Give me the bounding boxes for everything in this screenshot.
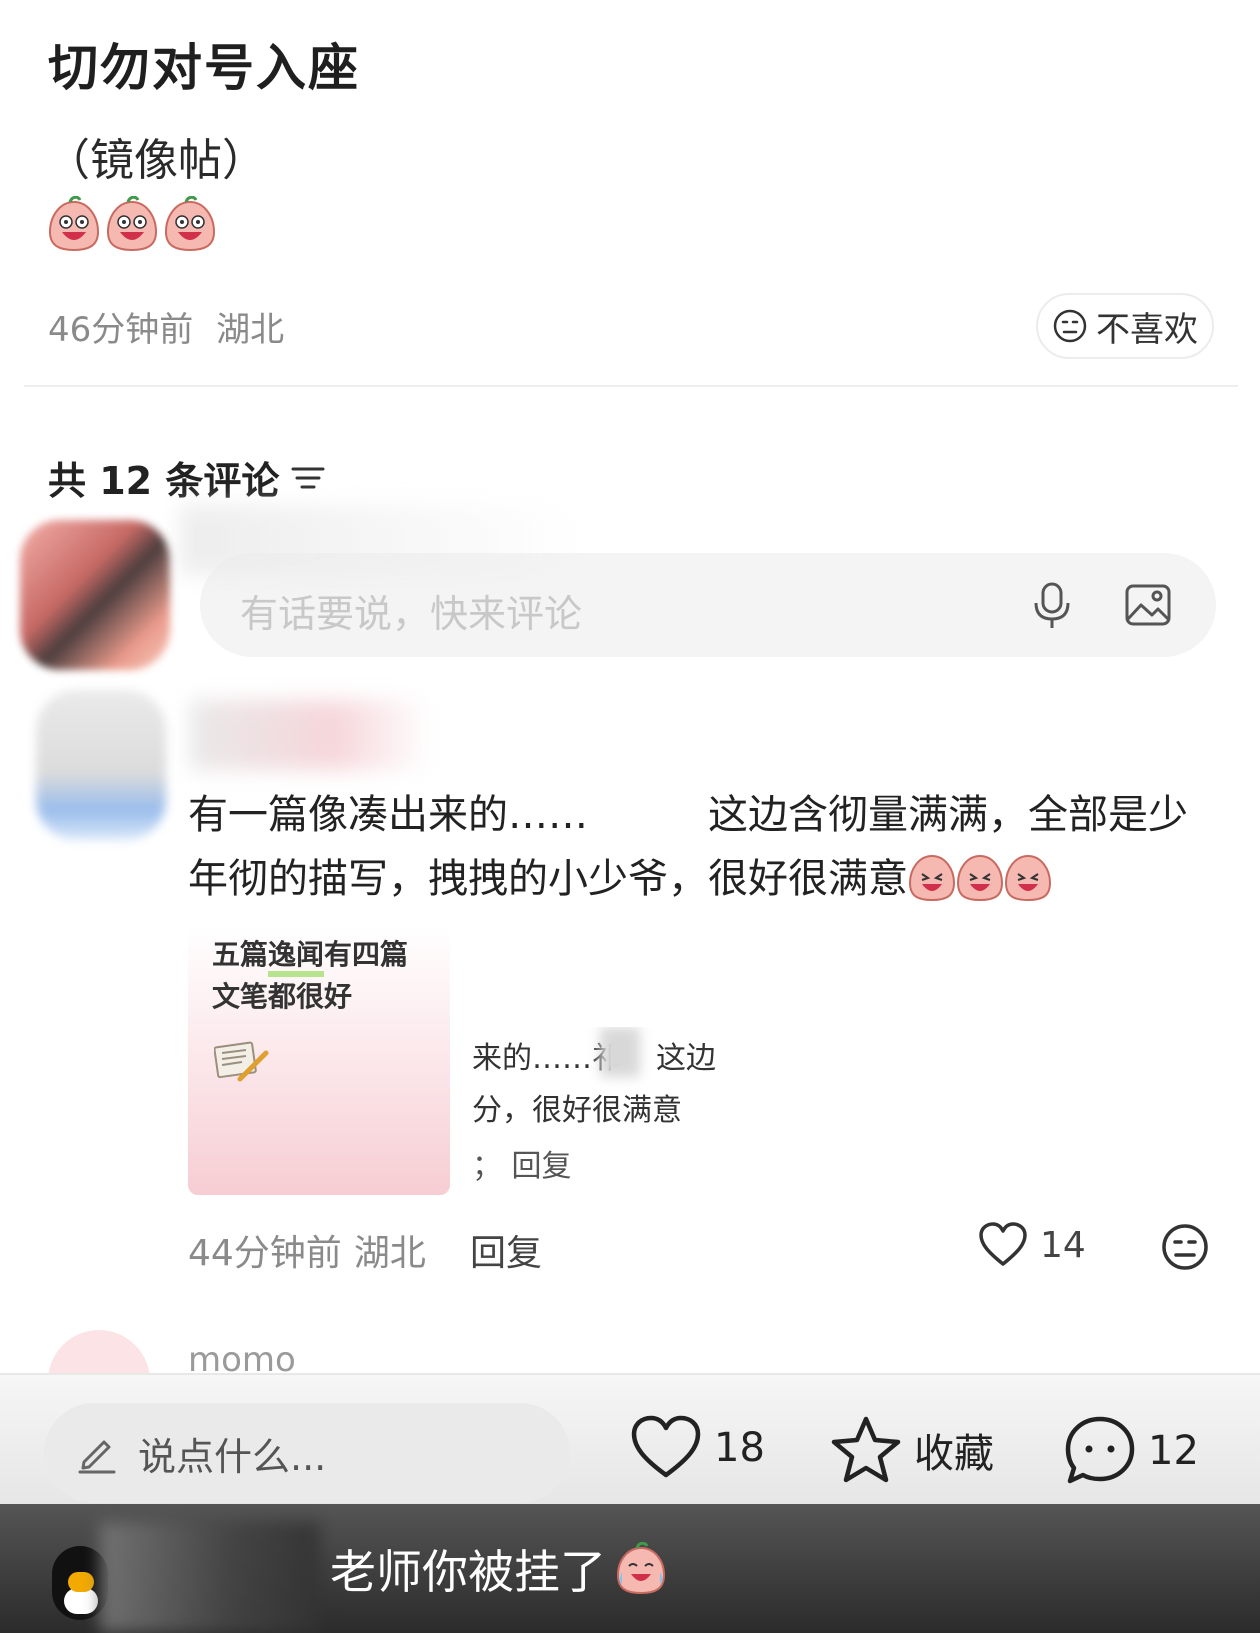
comment-location: 湖北	[353, 1233, 426, 1274]
neutral-face-icon	[1053, 309, 1087, 343]
laughing-blob-emoji-icon	[1004, 852, 1052, 921]
post-location: 湖北	[216, 310, 285, 350]
newspaper-pencil-icon	[214, 1041, 269, 1082]
redacted-avatar	[20, 520, 170, 670]
divider	[24, 385, 1238, 387]
comment-time: 44分钟前	[188, 1233, 342, 1274]
attachment-screenshot-snippet: 来的……祁 这边 分，很好很满意 ； 回复	[470, 1027, 740, 1195]
pink-blob-emoji-icon	[106, 196, 158, 252]
pencil-icon	[78, 1440, 116, 1474]
attachment-snippet-line3: ； 回复	[472, 1149, 572, 1184]
redacted-username	[100, 1522, 320, 1632]
comments-button[interactable]: 12	[1064, 1415, 1199, 1487]
laughing-blob-emoji-icon	[956, 852, 1004, 921]
attachment-line2: 文笔都很好	[212, 980, 353, 1013]
comment-text: 有一篇像凑出来的…… 这边含彻量满满，全部是少年彻的描写，拽拽的小少爷，很好很满意	[188, 783, 1208, 921]
post-subtitle: （镜像帖）	[46, 135, 266, 186]
heart-icon	[631, 1415, 701, 1478]
say-something-input[interactable]: 说点什么...	[44, 1403, 570, 1503]
microphone-icon[interactable]	[1030, 581, 1074, 631]
post-time: 46分钟前	[48, 310, 194, 350]
commenter-avatar[interactable]	[36, 690, 166, 840]
pink-blob-emoji-icon	[48, 196, 100, 252]
sort-icon	[291, 467, 325, 488]
attachment-line1: 五篇逸闻有四篇	[212, 933, 408, 977]
comment-meta: 44分钟前 湖北	[188, 1224, 426, 1276]
image-icon[interactable]	[1124, 581, 1172, 629]
post-like-count: 18	[714, 1425, 765, 1471]
comment-like-button[interactable]: 14	[978, 1222, 1086, 1268]
emoji-row	[48, 196, 216, 252]
attachment-snippet-line1: 来的……祁 这边	[472, 1041, 716, 1076]
comments-count: 12	[1148, 1428, 1199, 1474]
attachment-card: 五篇逸闻有四篇 文笔都很好	[188, 925, 450, 1195]
caption-text: 老师你被挂了	[330, 1536, 668, 1602]
post-like-button[interactable]: 18	[630, 1415, 765, 1481]
laughing-blob-emoji-icon	[908, 852, 956, 921]
comment-text-part1: 有一篇像凑出来的……	[188, 792, 588, 838]
comment-input-placeholder: 有话要说，快来评论	[240, 592, 583, 636]
comment-like-count: 14	[1040, 1224, 1086, 1266]
post-meta: 46分钟前 湖北	[48, 302, 296, 351]
comment-attachment-image[interactable]: 五篇逸闻有四篇 文笔都很好 来的……祁 这边 分，很好很满意 ； 回复	[188, 925, 740, 1195]
post-title: 切勿对号入座	[48, 39, 360, 97]
dislike-label: 不喜欢	[1096, 309, 1198, 350]
crying-laugh-blob-emoji-icon	[616, 1542, 666, 1595]
favorite-button[interactable]: 收藏	[830, 1415, 994, 1485]
caption-text-label: 老师你被挂了	[330, 1545, 606, 1599]
chat-bubble-icon	[1065, 1416, 1135, 1484]
comment-count-header[interactable]: 共 12 条评论	[48, 450, 325, 505]
redacted-username	[190, 700, 430, 770]
redacted-region	[600, 1027, 640, 1077]
say-something-placeholder: 说点什么...	[138, 1434, 327, 1479]
reply-button[interactable]: 回复	[470, 1224, 542, 1276]
dislike-button[interactable]: 不喜欢	[1036, 293, 1214, 359]
attachment-snippet-line2: 分，很好很满意	[472, 1093, 682, 1128]
star-icon	[831, 1416, 901, 1483]
favorite-label: 收藏	[914, 1431, 994, 1477]
comment-count-label: 共 12 条评论	[48, 459, 280, 503]
redacted-region	[180, 505, 580, 575]
heart-icon	[979, 1222, 1027, 1266]
pink-blob-emoji-icon	[164, 196, 216, 252]
caption-overlay: 老师你被挂了	[0, 1504, 1260, 1633]
bottom-action-bar: 说点什么... 18 收藏 12	[0, 1373, 1260, 1504]
neutral-face-icon[interactable]	[1160, 1222, 1210, 1272]
